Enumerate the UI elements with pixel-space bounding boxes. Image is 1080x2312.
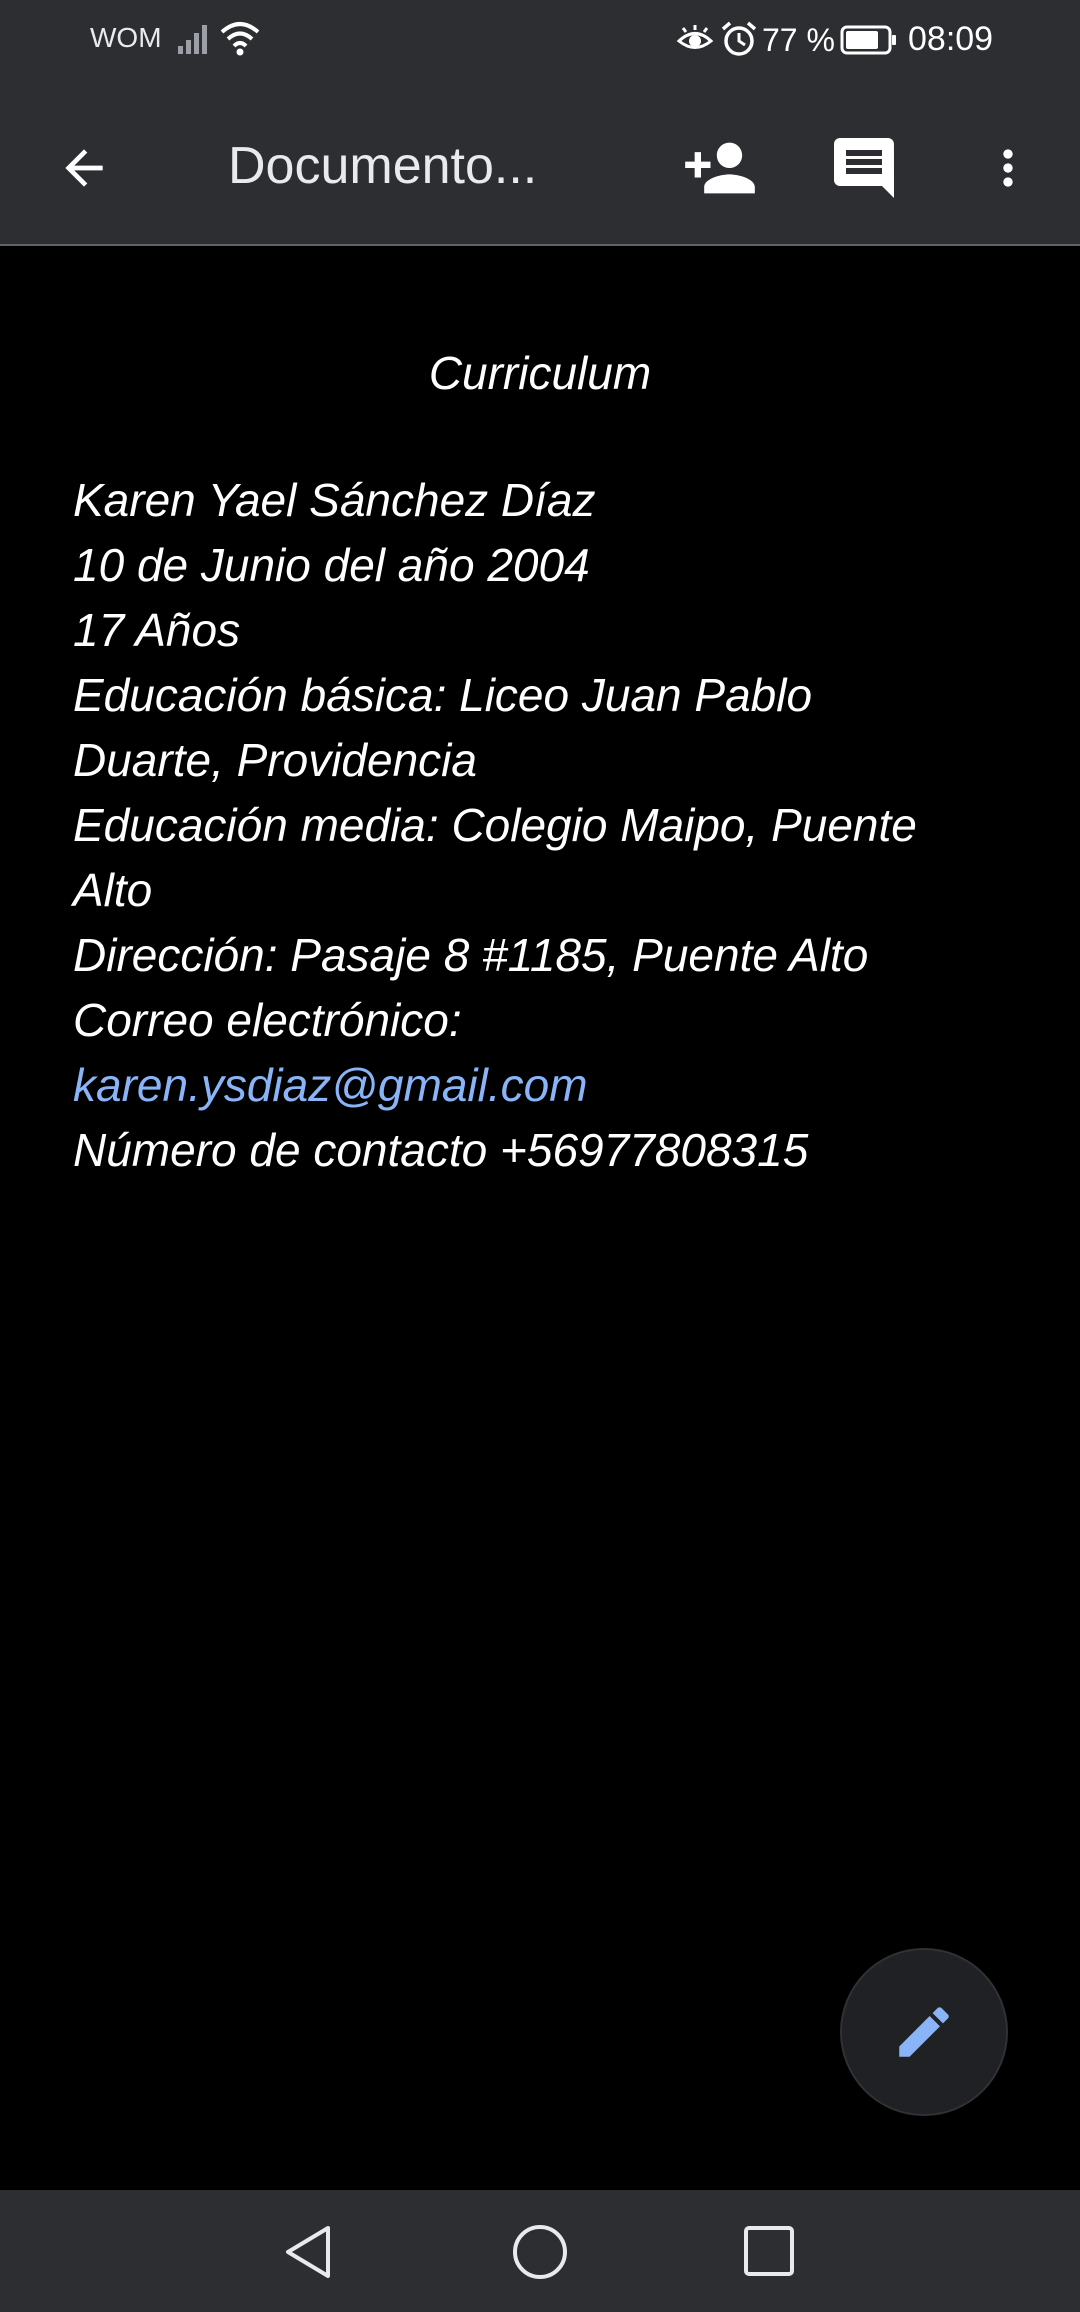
text-line-basic-education: Educación básica: Liceo Juan Pablo bbox=[73, 669, 813, 721]
wifi-icon bbox=[220, 22, 260, 56]
text-line-basic-education-cont: Duarte, Providencia bbox=[73, 734, 477, 786]
nav-home-icon[interactable] bbox=[510, 2222, 570, 2282]
back-button[interactable] bbox=[48, 132, 120, 204]
edit-fab-button[interactable] bbox=[840, 1948, 1008, 2116]
nav-back-icon[interactable] bbox=[280, 2222, 336, 2282]
text-line-phone: Número de contacto +56977808315 bbox=[73, 1124, 809, 1176]
battery-percent: 77 % bbox=[762, 22, 835, 58]
document-title: Documento... bbox=[228, 137, 538, 195]
carrier-label: WOM bbox=[90, 22, 162, 53]
more-vert-icon bbox=[1003, 149, 1013, 187]
signal-icon bbox=[178, 25, 207, 54]
nav-recents-icon[interactable] bbox=[742, 2224, 796, 2278]
text-line-birthdate: 10 de Junio del año 2004 bbox=[73, 539, 590, 591]
comments-button[interactable] bbox=[824, 130, 904, 206]
email-link[interactable]: karen.ysdiaz@gmail.com bbox=[73, 1053, 1033, 1118]
eye-comfort-icon bbox=[676, 25, 714, 49]
battery-icon bbox=[840, 25, 896, 55]
document-body[interactable]: Curriculum Karen Yael Sánchez Díaz 10 de… bbox=[0, 246, 1080, 2190]
text-line-secondary-education-cont: Alto bbox=[73, 864, 153, 916]
share-button[interactable] bbox=[680, 130, 760, 206]
alarm-icon bbox=[721, 21, 757, 56]
text-line-email-label: Correo electrónico: bbox=[73, 994, 462, 1046]
text-line-age: 17 Años bbox=[73, 604, 241, 656]
add-person-icon bbox=[685, 142, 755, 194]
pencil-edit-icon bbox=[899, 2007, 949, 2057]
back-arrow-icon bbox=[65, 149, 103, 187]
status-bar: WOM 77 % 08:09 bbox=[0, 0, 1080, 80]
text-line-name: Karen Yael Sánchez Díaz bbox=[73, 474, 596, 526]
system-nav-bar bbox=[0, 2190, 1080, 2312]
comment-icon bbox=[834, 138, 894, 198]
text-line-secondary-education: Educación media: Colegio Maipo, Puente bbox=[73, 799, 917, 851]
document-heading: Curriculum bbox=[428, 347, 652, 399]
more-options-button[interactable] bbox=[980, 130, 1036, 206]
clock: 08:09 bbox=[908, 20, 994, 58]
text-line-address: Dirección: Pasaje 8 #1185, Puente Alto bbox=[73, 929, 869, 981]
app-bar: Documento... bbox=[0, 80, 1080, 246]
document-text: Karen Yael Sánchez Díaz 10 de Junio del … bbox=[73, 468, 1033, 1183]
screen: WOM 77 % 08:09 Documento... Curriculum K… bbox=[0, 0, 1080, 2312]
